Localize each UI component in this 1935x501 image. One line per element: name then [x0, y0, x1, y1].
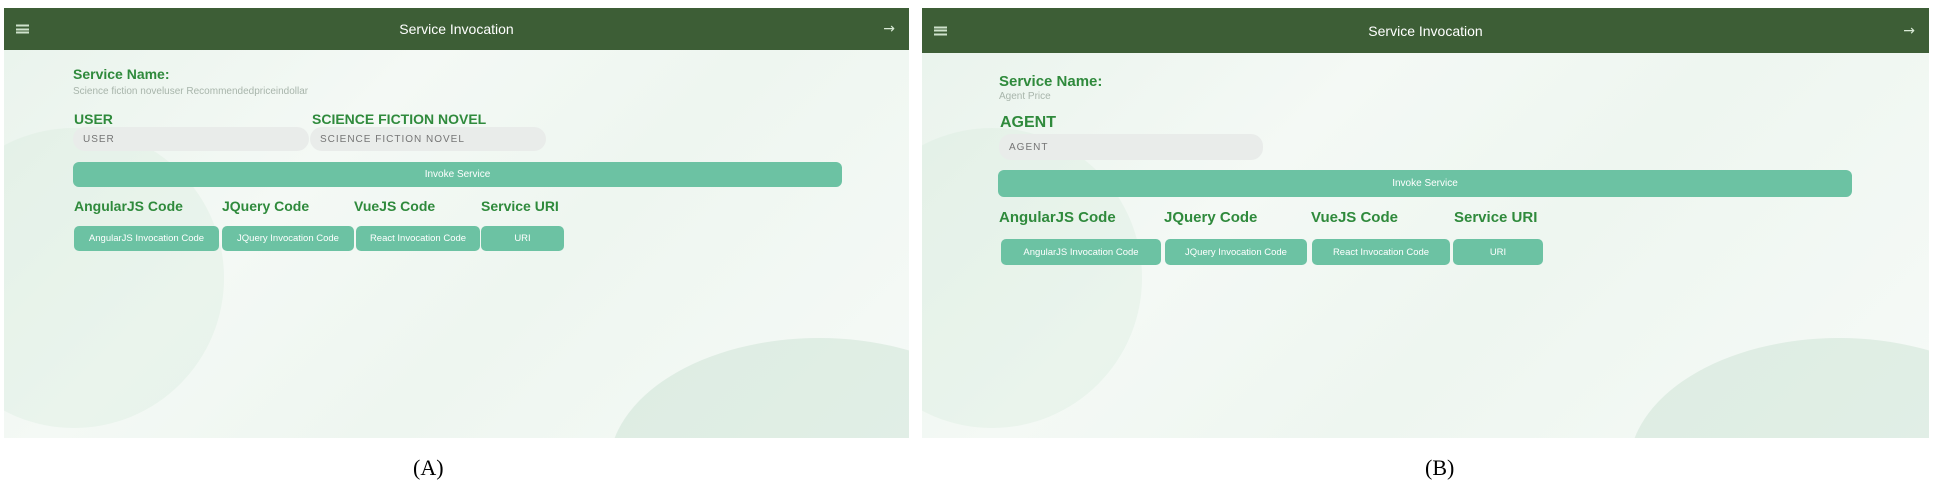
page-title: Service Invocation: [1368, 22, 1483, 39]
invoke-service-button[interactable]: Invoke Service: [73, 162, 842, 187]
service-name-label: Service Name:: [73, 66, 170, 82]
service-name-value: Science fiction noveluser Recommendedpri…: [73, 86, 309, 97]
jquery-invocation-code-button[interactable]: JQuery Invocation Code: [1165, 239, 1307, 265]
uri-button[interactable]: URI: [1453, 239, 1543, 265]
menu-icon[interactable]: [934, 26, 947, 35]
panel-a: Service Invocation → Service Name: Scien…: [4, 8, 909, 438]
arrow-right-icon[interactable]: →: [1903, 23, 1915, 39]
caption-b: (B): [1425, 455, 1455, 480]
agent-input[interactable]: [999, 134, 1263, 160]
param-label-user: USER: [74, 111, 113, 127]
top-bar: Service Invocation →: [4, 8, 909, 50]
service-uri-header: Service URI: [481, 198, 559, 214]
service-uri-header: Service URI: [1454, 209, 1538, 226]
jquery-invocation-code-button[interactable]: JQuery Invocation Code: [222, 226, 354, 251]
angularjs-code-header: AngularJS Code: [999, 209, 1116, 226]
figure: Service Invocation → Service Name: Scien…: [0, 0, 1935, 501]
menu-icon[interactable]: [16, 24, 29, 34]
panel-b: Service Invocation → Service Name: Agent…: [922, 8, 1929, 438]
react-invocation-code-button[interactable]: React Invocation Code: [1312, 239, 1450, 265]
user-input[interactable]: [73, 127, 309, 151]
vuejs-code-header: VueJS Code: [354, 198, 436, 214]
caption-a: (A): [413, 455, 444, 480]
service-name-label: Service Name:: [999, 73, 1103, 90]
vuejs-code-header: VueJS Code: [1311, 209, 1398, 226]
angularjs-code-header: AngularJS Code: [74, 198, 183, 214]
react-invocation-code-button[interactable]: React Invocation Code: [356, 226, 480, 251]
param-label-science-fiction-novel: SCIENCE FICTION NOVEL: [312, 111, 487, 127]
arrow-right-icon[interactable]: →: [883, 21, 895, 37]
service-name-value: Agent Price: [999, 91, 1051, 102]
science-fiction-novel-input[interactable]: [310, 127, 546, 151]
invoke-service-button[interactable]: Invoke Service: [998, 170, 1852, 197]
page-title: Service Invocation: [399, 21, 514, 37]
top-bar: Service Invocation →: [922, 8, 1929, 53]
param-label-agent: AGENT: [1000, 114, 1056, 131]
uri-button[interactable]: URI: [481, 226, 564, 251]
angularjs-invocation-code-button[interactable]: AngularJS Invocation Code: [74, 226, 219, 251]
jquery-code-header: JQuery Code: [222, 198, 310, 214]
angularjs-invocation-code-button[interactable]: AngularJS Invocation Code: [1001, 239, 1161, 265]
jquery-code-header: JQuery Code: [1164, 209, 1258, 226]
